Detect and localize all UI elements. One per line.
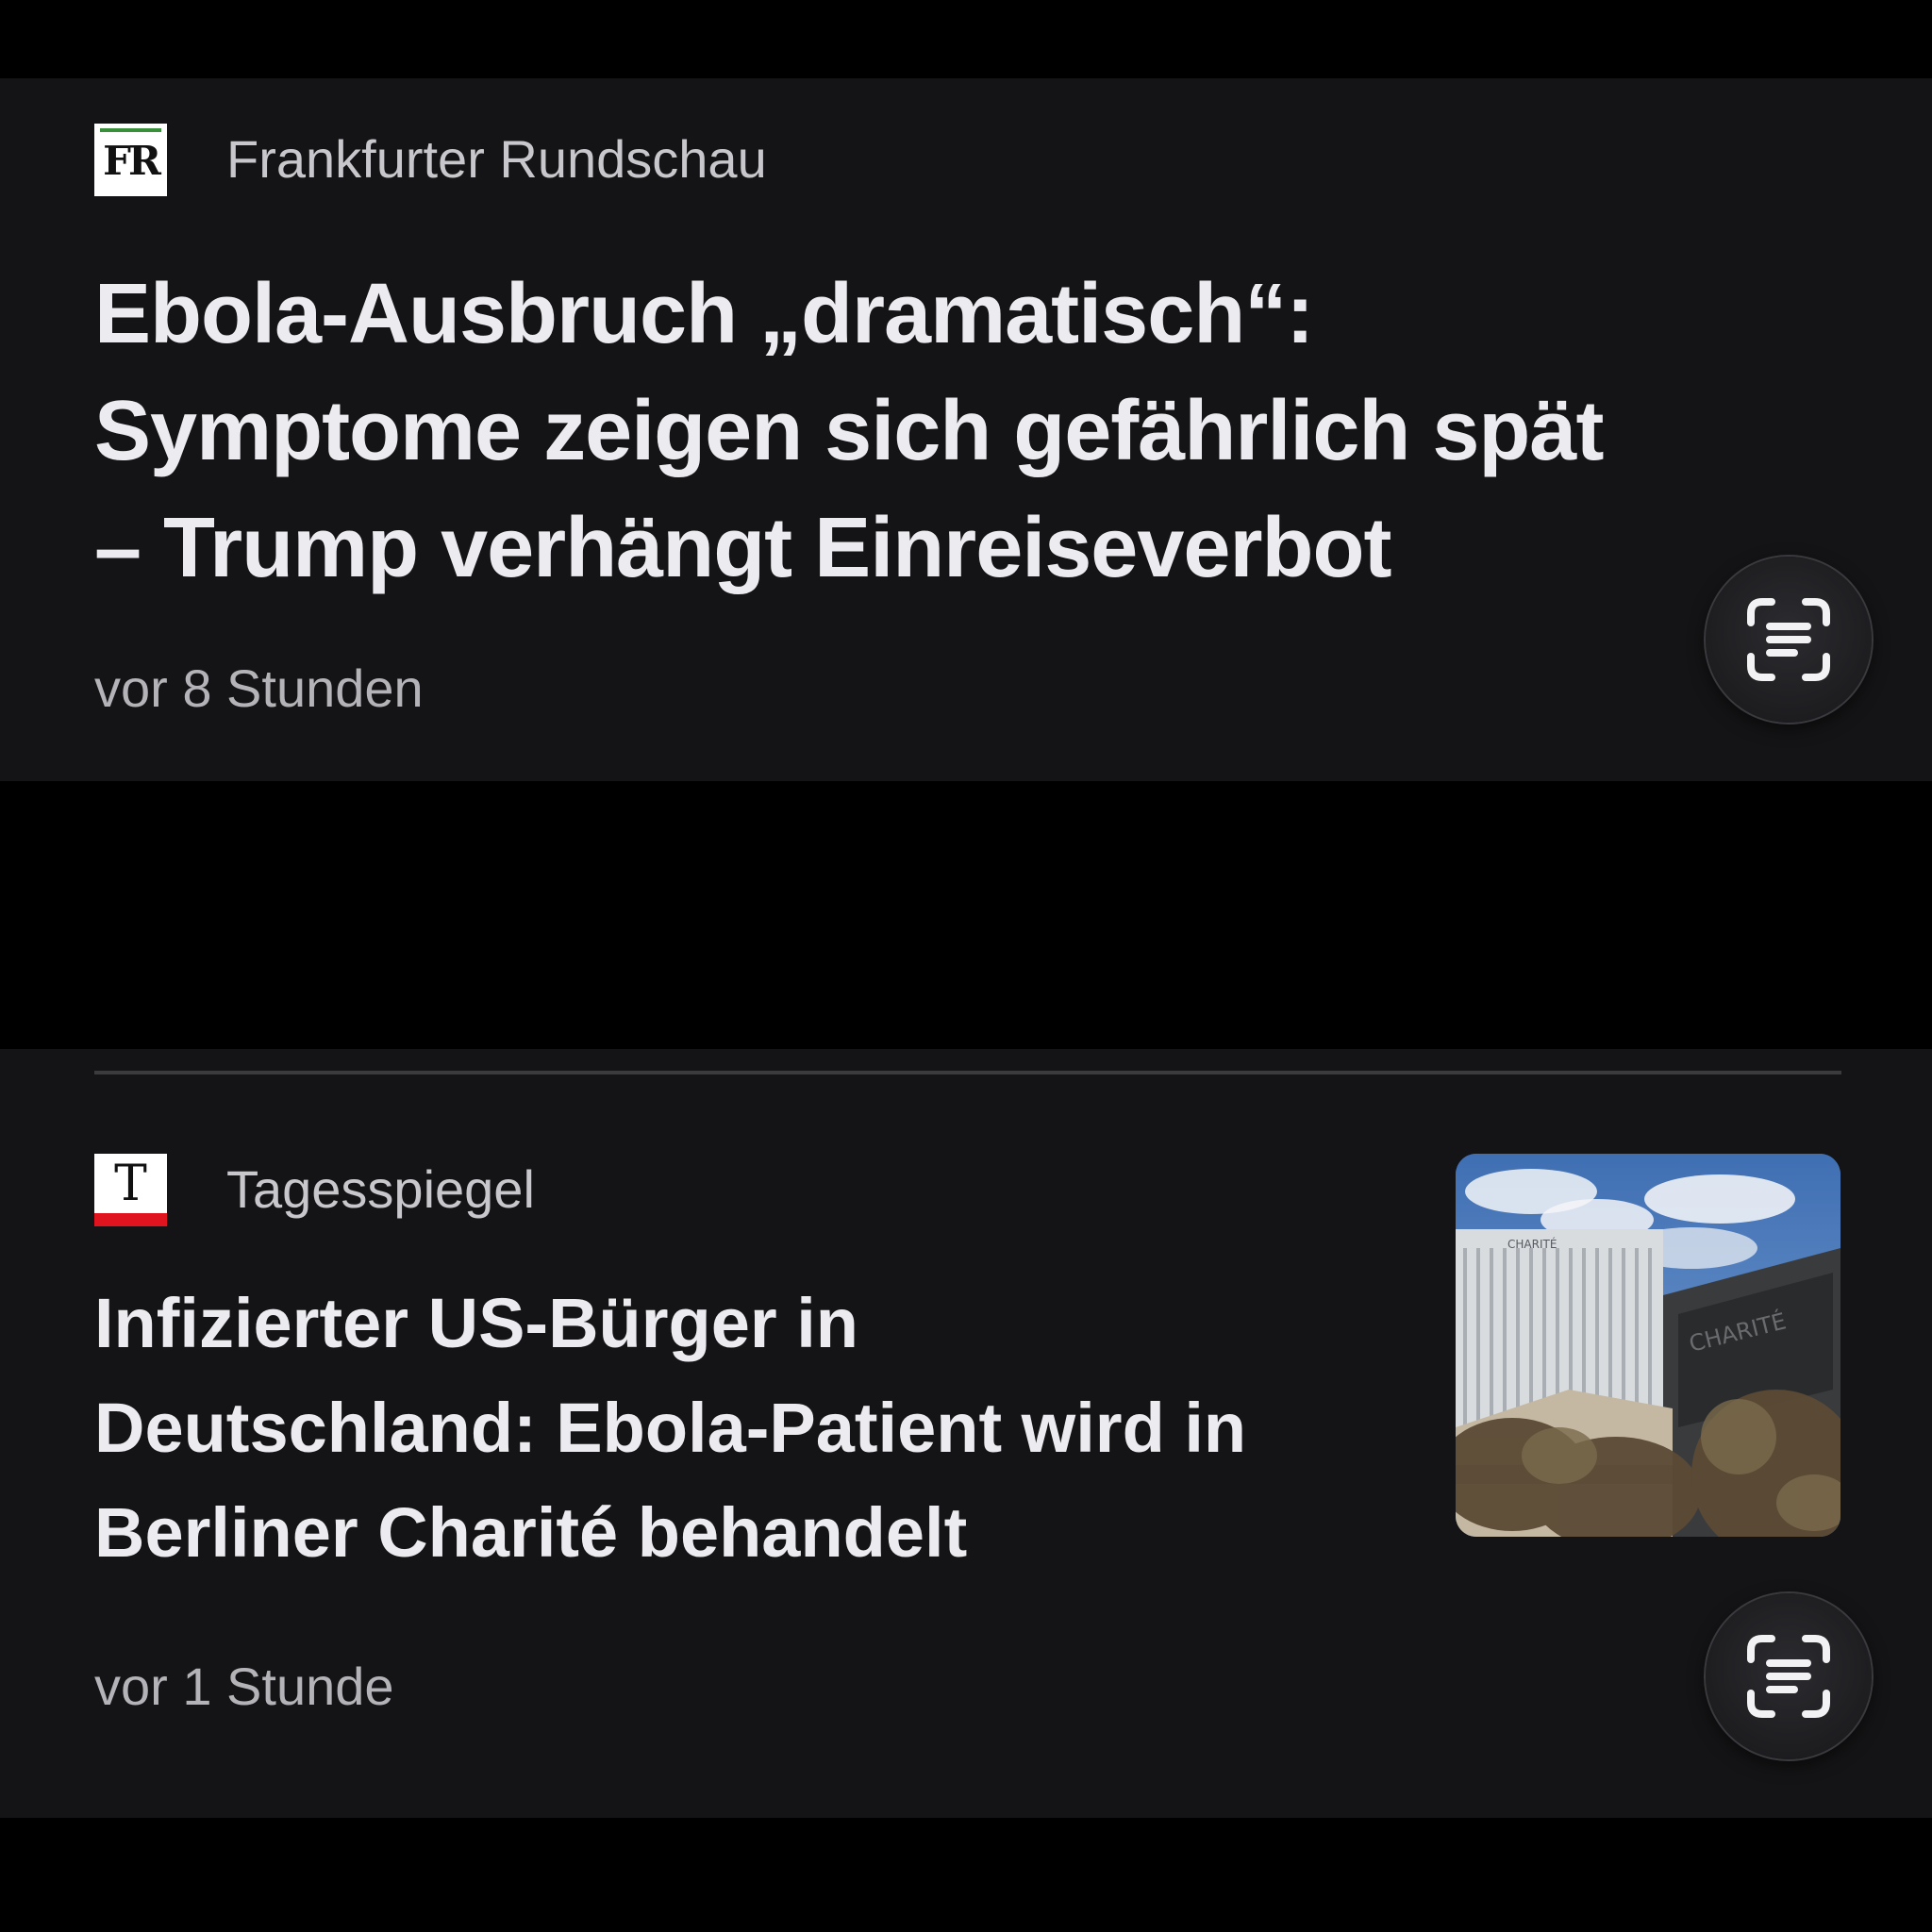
headline-line: Ebola-Ausbruch „dramatisch“:	[94, 267, 1314, 361]
article-card[interactable]: T Tagesspiegel Infizierter US-Bürger in …	[0, 1049, 1932, 1818]
headline-line: Infizierter US-Bürger in	[94, 1284, 858, 1362]
tower-sign: CHARITÉ	[1507, 1237, 1557, 1251]
text-scan-icon	[1747, 598, 1830, 681]
article-headline[interactable]: Infizierter US-Bürger in Deutschland: Eb…	[94, 1271, 1246, 1585]
logo-text: T	[114, 1156, 147, 1212]
publisher-logo-tagesspiegel: T	[94, 1154, 167, 1226]
headline-line: Deutschland: Ebola-Patient wird in	[94, 1389, 1247, 1467]
publisher-logo-fr: FR	[94, 124, 167, 196]
logo-red-bar	[94, 1213, 167, 1226]
headline-line: Symptome zeigen sich gefährlich spät	[94, 384, 1604, 478]
logo-text: FR	[103, 138, 161, 184]
card-divider	[94, 1071, 1841, 1074]
text-scan-button[interactable]	[1706, 1593, 1872, 1759]
logo-green-stripe	[100, 128, 161, 132]
publisher-name[interactable]: Tagesspiegel	[226, 1159, 535, 1220]
publisher-name[interactable]: Frankfurter Rundschau	[226, 129, 767, 190]
article-thumbnail[interactable]: CHARITÉ CHARITÉ	[1456, 1154, 1840, 1537]
article-card[interactable]: FR Frankfurter Rundschau Ebola-Ausbruch …	[0, 78, 1932, 781]
headline-line: – Trump verhängt Einreiseverbot	[94, 501, 1391, 595]
article-timestamp: vor 8 Stunden	[94, 658, 424, 718]
article-timestamp: vor 1 Stunde	[94, 1657, 394, 1716]
charite-building-image: CHARITÉ CHARITÉ	[1456, 1154, 1840, 1537]
article-headline[interactable]: Ebola-Ausbruch „dramatisch“: Symptome ze…	[94, 256, 1604, 607]
text-scan-icon	[1747, 1635, 1830, 1718]
text-scan-button[interactable]	[1706, 557, 1872, 723]
headline-line: Berliner Charité behandelt	[94, 1493, 968, 1572]
